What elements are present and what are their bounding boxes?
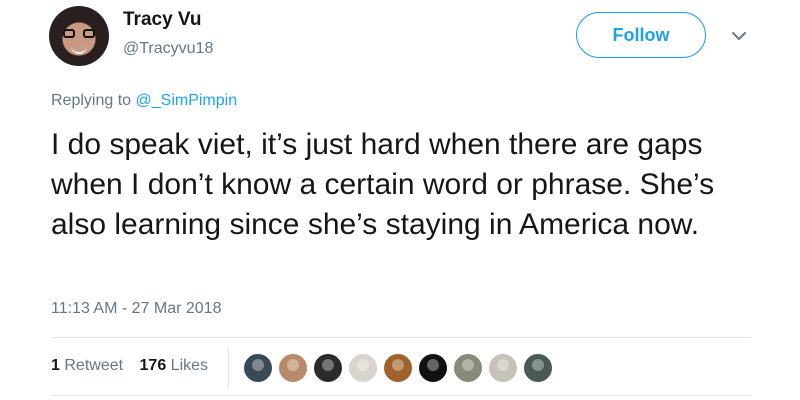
- likes-stat[interactable]: 176 Likes: [140, 357, 209, 374]
- liker-avatar[interactable]: [383, 353, 413, 383]
- stats-separator: [228, 347, 229, 387]
- liker-avatars: [243, 353, 558, 383]
- tweet-card: Tracy Vu @Tracyvu18 Follow Replying to @…: [0, 0, 800, 400]
- likes-label: Likes: [170, 357, 209, 374]
- retweets-label: Retweet: [64, 357, 124, 374]
- divider-bottom: [51, 395, 751, 396]
- follow-button[interactable]: Follow: [576, 12, 706, 58]
- retweets-stat[interactable]: 1 Retweet: [51, 357, 123, 374]
- liker-avatar[interactable]: [348, 353, 378, 383]
- liker-avatar[interactable]: [313, 353, 343, 383]
- tweet-text: I do speak viet, it’s just hard when the…: [51, 128, 715, 241]
- smile-detail: [71, 46, 87, 54]
- liker-avatar[interactable]: [488, 353, 518, 383]
- display-name[interactable]: Tracy Vu: [123, 9, 202, 31]
- liker-avatar[interactable]: [418, 353, 448, 383]
- likes-count: 176: [139, 357, 167, 374]
- divider-top: [51, 337, 751, 338]
- replying-to-label: Replying to: [51, 92, 132, 109]
- user-handle[interactable]: @Tracyvu18: [123, 40, 213, 58]
- liker-avatar[interactable]: [243, 353, 273, 383]
- liker-avatar[interactable]: [453, 353, 483, 383]
- reply-mention-link[interactable]: @_SimPimpin: [136, 92, 238, 109]
- chevron-down-icon[interactable]: [731, 29, 747, 43]
- replying-to: Replying to @_SimPimpin: [51, 92, 237, 110]
- avatar[interactable]: [49, 6, 109, 66]
- liker-avatar[interactable]: [278, 353, 308, 383]
- tweet-stats: 1 Retweet 176 Likes: [51, 357, 220, 375]
- glasses-detail: [63, 29, 95, 39]
- liker-avatar[interactable]: [523, 353, 553, 383]
- retweets-count: 1: [51, 357, 60, 374]
- tweet-timestamp[interactable]: 11:13 AM - 27 Mar 2018: [51, 300, 221, 318]
